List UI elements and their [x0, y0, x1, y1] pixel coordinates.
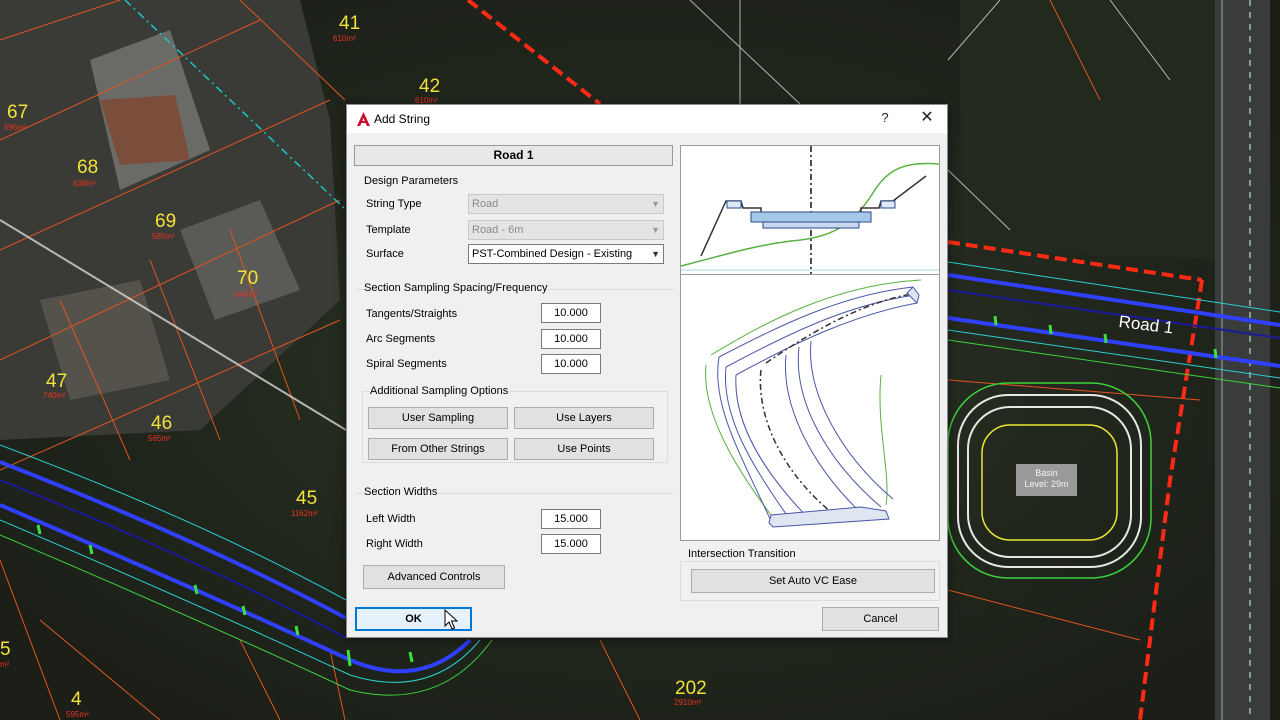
left-width-input[interactable]: 15.000	[541, 509, 601, 529]
lot-area: 610m²	[333, 34, 356, 43]
from-other-strings-button[interactable]: From Other Strings	[368, 438, 508, 460]
use-points-button[interactable]: Use Points	[514, 438, 654, 460]
lot-number: 47	[46, 371, 68, 392]
lot-area: 2910m²	[674, 698, 702, 707]
tangents-label: Tangents/Straights	[366, 308, 458, 320]
cross-section-image	[680, 146, 940, 274]
road-3d-preview	[680, 275, 940, 541]
right-width-label: Right Width	[366, 538, 423, 550]
lot-area: 585m²	[152, 232, 175, 241]
lot-area: 595m²	[66, 710, 89, 719]
chevron-down-icon: ▼	[651, 199, 660, 209]
lot-number: 45	[296, 488, 318, 509]
template-select[interactable]: Road - 6m ▼	[468, 220, 664, 240]
road-model-image	[705, 279, 922, 528]
string-name-field[interactable]: Road 1	[354, 145, 673, 166]
lot-area: 643m²	[235, 290, 258, 299]
intersection-heading: Intersection Transition	[687, 548, 797, 560]
chevron-down-icon: ▼	[651, 249, 660, 259]
lot-number: 4	[71, 689, 82, 710]
advanced-controls-button[interactable]: Advanced Controls	[363, 565, 505, 589]
help-button[interactable]: ?	[877, 110, 893, 128]
lot-number: 42	[419, 76, 441, 97]
lot-number: 67	[7, 102, 29, 123]
set-auto-vc-ease-button[interactable]: Set Auto VC Ease	[691, 569, 935, 593]
section-widths-heading: Section Widths	[363, 486, 439, 498]
basin-label-level: Level: 29m	[1024, 479, 1069, 489]
template-value: Road - 6m	[472, 224, 524, 236]
lot-area: m²	[0, 660, 10, 669]
tangents-input[interactable]: 10.000	[541, 303, 601, 323]
cross-section-preview	[680, 145, 940, 275]
string-type-value: Road	[472, 198, 499, 210]
lot-number: 68	[77, 157, 99, 178]
sampling-heading: Section Sampling Spacing/Frequency	[363, 282, 549, 294]
surface-value: PST-Combined Design - Existing	[472, 248, 633, 260]
lot-area: 596m²	[4, 123, 27, 132]
use-layers-button[interactable]: Use Layers	[514, 407, 654, 429]
arc-segments-label: Arc Segments	[366, 333, 436, 345]
dialog-title: Add String	[374, 112, 431, 126]
basin-label-name: Basin	[1035, 468, 1058, 478]
mouse-pointer-icon	[444, 609, 458, 630]
lot-number: 41	[339, 13, 361, 34]
lot-area: 1162m²	[291, 509, 318, 518]
chevron-down-icon: ▼	[651, 225, 660, 235]
design-parameters-heading: Design Parameters	[363, 175, 460, 187]
spiral-segments-label: Spiral Segments	[366, 358, 447, 370]
lot-area: 565m²	[148, 434, 171, 443]
dialog-titlebar[interactable]: Add String ? ✕	[347, 105, 947, 133]
template-label: Template	[366, 224, 411, 236]
lot-area: 740m²	[43, 391, 66, 400]
surface-select[interactable]: PST-Combined Design - Existing ▼	[468, 244, 664, 264]
surface-label: Surface	[366, 248, 404, 260]
lot-number: 46	[151, 413, 173, 434]
string-type-select[interactable]: Road ▼	[468, 194, 664, 214]
string-type-label: String Type	[366, 198, 422, 210]
left-width-label: Left Width	[366, 513, 416, 525]
lot-number: 69	[155, 211, 177, 232]
user-sampling-button[interactable]: User Sampling	[368, 407, 508, 429]
close-button[interactable]: ✕	[918, 109, 936, 127]
lot-number: 5	[0, 639, 11, 660]
arc-segments-input[interactable]: 10.000	[541, 329, 601, 349]
cancel-button[interactable]: Cancel	[822, 607, 939, 631]
app-logo-icon	[357, 112, 370, 126]
right-width-input[interactable]: 15.000	[541, 534, 601, 554]
additional-sampling-heading: Additional Sampling Options	[369, 385, 510, 397]
spiral-segments-input[interactable]: 10.000	[541, 354, 601, 374]
lot-area: 638m²	[73, 179, 96, 188]
add-string-dialog: Add String ? ✕ Road 1 Design Parameters …	[346, 104, 948, 638]
lot-number: 70	[237, 268, 259, 289]
lot-number: 202	[675, 678, 707, 699]
basin-label: Basin Level: 29m	[1016, 464, 1077, 496]
